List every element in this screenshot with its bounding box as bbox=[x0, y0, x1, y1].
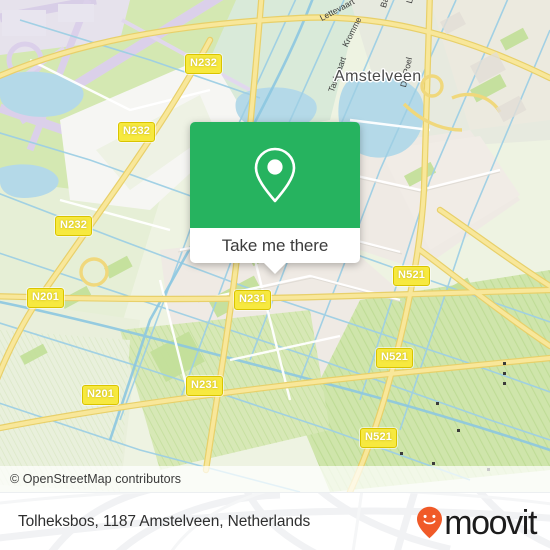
road-shield: N232 bbox=[118, 122, 156, 142]
take-me-there-button[interactable]: Take me there bbox=[190, 228, 360, 274]
road-shield: N201 bbox=[27, 288, 65, 308]
take-me-there-label: Take me there bbox=[221, 235, 329, 255]
road-shield: N521 bbox=[393, 266, 431, 286]
road-shield: N521 bbox=[376, 348, 414, 368]
location-title: Tolheksbos, 1187 Amstelveen, Netherlands bbox=[18, 513, 311, 530]
road-shield: N232 bbox=[55, 216, 93, 236]
map-attribution-bar: © OpenStreetMap contributors bbox=[0, 466, 550, 492]
road-shield: N231 bbox=[234, 290, 272, 310]
map-viewport[interactable]: LettevaartBakkenbochtLand Scheidingsvaar… bbox=[0, 0, 550, 492]
map-screenshot: LettevaartBakkenbochtLand Scheidingsvaar… bbox=[0, 0, 550, 550]
callout-pin-panel bbox=[190, 122, 360, 228]
callout-tail bbox=[264, 263, 286, 274]
road-shield: N201 bbox=[82, 385, 120, 405]
map-pin-icon bbox=[254, 147, 296, 203]
osm-attribution-text[interactable]: © OpenStreetMap contributors bbox=[0, 472, 181, 486]
moovit-smiley-pin-icon bbox=[417, 506, 443, 538]
road-shield: N231 bbox=[186, 376, 224, 396]
moovit-logo[interactable]: moovit bbox=[416, 504, 550, 542]
location-callout[interactable]: Take me there bbox=[190, 122, 360, 274]
footer-bar: Tolheksbos, 1187 Amstelveen, Netherlands… bbox=[0, 492, 550, 550]
moovit-wordmark: moovit bbox=[444, 504, 537, 542]
road-shield: N521 bbox=[360, 428, 398, 448]
road-shield: N232 bbox=[185, 54, 223, 74]
